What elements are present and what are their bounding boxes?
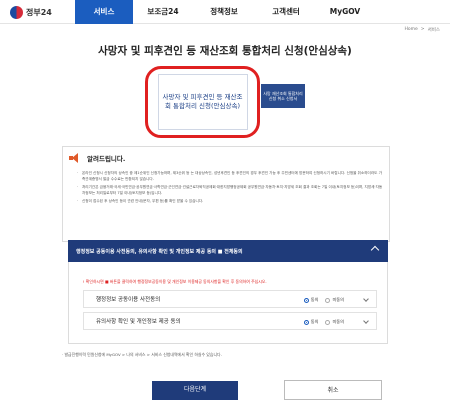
consent-row-label: 유의사항 확인 및 개인정보 제공 동의 [96, 319, 181, 325]
consent-header-label: 행정정보 공동이용 사전동의, 유의사항 확인 및 개인정보 제공 동의 ■ 전… [76, 248, 243, 255]
consent-panel: ! 확인하시면 ■ 버튼을 클릭하여 행정정보공동이용 및 개인정보 이용제공 … [68, 262, 388, 344]
nav-item-services[interactable]: 서비스 [75, 0, 133, 24]
megaphone-icon [69, 153, 81, 163]
chevron-up-icon[interactable] [370, 245, 380, 255]
consent-accordion-header[interactable]: 행정정보 공동이용 사전동의, 유의사항 확인 및 개인정보 제공 동의 ■ 전… [68, 240, 388, 262]
agree-radio[interactable]: 동의 [303, 319, 319, 325]
consent-radio-group: 동의 미동의 [303, 291, 344, 309]
consent-radio-group: 동의 미동의 [303, 313, 344, 331]
next-step-button[interactable]: 다음단계 [152, 381, 238, 400]
step-current-highlight: 사망자 및 피후견인 등 재산조회 통합처리 신청(안심상속) [145, 66, 260, 138]
page-title: 사망자 및 피후견인 등 재산조회 통합처리 신청(안심상속) [98, 45, 352, 57]
radio-unselected-icon [325, 297, 331, 303]
nav-item-customer-center[interactable]: 고객센터 [255, 0, 317, 24]
consent-row-label: 행정정보 공동이용 사전동의 [96, 297, 161, 303]
notice-list: 온라인 신청시 신청자의 상속인 중 제1순위인 신청가능하며, 제3순위 등 … [77, 171, 383, 208]
breadcrumb: Home > 서비스 [405, 27, 441, 33]
main-nav: 서비스 보조금24 정책정보 고객센터 MyGOV [75, 0, 373, 24]
nav-item-subsidy24[interactable]: 보조금24 [133, 0, 193, 24]
notice-header: 알려드립니다. [69, 153, 125, 163]
chevron-down-icon[interactable] [363, 318, 369, 324]
notice-box: 알려드립니다. 온라인 신청시 신청자의 상속인 중 제1순위인 신청가능하며,… [62, 146, 390, 242]
agree-radio[interactable]: 동의 [303, 297, 319, 303]
nav-item-policy-info[interactable]: 정책정보 [193, 0, 255, 24]
disagree-radio[interactable]: 미동의 [325, 319, 344, 325]
notice-title: 알려드립니다. [87, 155, 126, 163]
radio-selected-icon [303, 319, 309, 325]
notice-item: 신청이 접수된 후 상속인 등이 관련 안내(문자, 우편 등)를 확인 받을 … [77, 199, 383, 205]
consent-warning: ! 확인하시면 ■ 버튼을 클릭하여 행정정보공동이용 및 개인정보 이용제공 … [83, 279, 267, 284]
consent-row-privacy[interactable]: 유의사항 확인 및 개인정보 제공 동의 동의 미동의 [83, 312, 377, 330]
breadcrumb-home[interactable]: Home [405, 27, 418, 33]
disagree-radio-label: 미동의 [332, 319, 344, 324]
step-cancel-box[interactable]: 사망 재산조회 통합처리 신청 취소 신청서 [261, 84, 305, 108]
cancel-button[interactable]: 취소 [284, 380, 382, 400]
chevron-down-icon[interactable] [363, 296, 369, 302]
consent-row-admin-info[interactable]: 행정정보 공동이용 사전동의 동의 미동의 [83, 290, 377, 308]
agree-radio-label: 동의 [310, 297, 319, 302]
radio-unselected-icon [325, 319, 331, 325]
top-navigation-bar: 정부24 서비스 보조금24 정책정보 고객센터 MyGOV [0, 0, 450, 24]
agree-radio-label: 동의 [310, 319, 319, 324]
disagree-radio-label: 미동의 [332, 297, 344, 302]
disagree-radio[interactable]: 미동의 [325, 297, 344, 303]
breadcrumb-current[interactable]: 서비스 [428, 27, 440, 33]
breadcrumb-separator: > [420, 27, 425, 32]
radio-selected-icon [303, 297, 309, 303]
logo-text: 정부24 [26, 7, 52, 17]
gov24-logo[interactable]: 정부24 [10, 4, 52, 20]
notice-item: 온라인 신청시 신청자의 상속인 중 제1순위인 신청가능하며, 제3순위 등 … [77, 171, 383, 182]
footnote: · 발급진행이력 민원신청에 MyGOV > 나의 서비스 > 서비스 신청내역… [62, 352, 222, 357]
step-apply-box[interactable]: 사망자 및 피후견인 등 재산조회 통합처리 신청(안심상속) [157, 74, 248, 130]
notice-item: 처리기간은 금융거래·국세·국민연금·공무원연금·사학연금·군인연금·건설근로자… [77, 185, 383, 196]
nav-item-mygov[interactable]: MyGOV [317, 0, 373, 24]
taegeuk-logo-icon [10, 5, 23, 19]
